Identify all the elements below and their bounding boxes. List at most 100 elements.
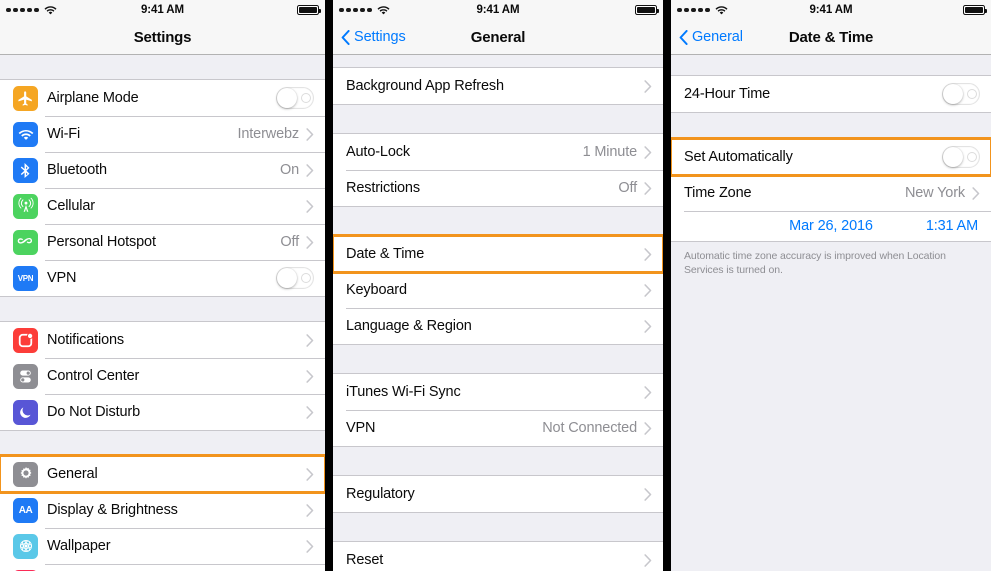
display-brightness-icon: AA [13,497,38,523]
row-regulatory[interactable]: Regulatory [333,476,663,512]
status-bar-right [963,5,988,15]
row-vpn[interactable]: VPN VPN [0,260,325,296]
row-auto-lock[interactable]: Auto-Lock 1 Minute [333,134,663,170]
row-label: Do Not Disturb [47,404,140,420]
row-set-automatically[interactable]: Set Automatically [671,137,991,177]
row-cellular[interactable]: Cellular [0,188,325,224]
row-value: Not Connected [542,420,637,436]
three-phone-screenshots: 9:41 AM Settings Airplane Mode Wi-Fi Int… [0,0,991,571]
battery-full-icon [635,5,660,15]
general-list[interactable]: Background App Refresh Auto-Lock 1 Minut… [333,55,663,571]
row-24-hour-time[interactable]: 24-Hour Time [671,76,991,112]
row-label: Auto-Lock [346,144,410,160]
chevron-right-icon [644,283,652,297]
phone-divider-2 [663,0,671,571]
back-button-label: General [692,29,743,45]
general-group-sync: iTunes Wi-Fi Sync VPN Not Connected [333,373,663,447]
row-control-center[interactable]: Control Center [0,358,325,394]
status-bar-clock: 9:41 AM [476,4,520,16]
24-hour-time-toggle[interactable] [942,83,980,105]
chevron-right-icon [306,163,314,177]
row-date-time[interactable]: Date & Time [333,234,663,274]
row-control: Off [280,234,314,250]
row-value: New York [904,185,965,201]
row-time-zone[interactable]: Time Zone New York [671,175,991,211]
nav-bar: Settings [0,20,325,55]
row-label: Personal Hotspot [47,234,156,250]
wallpaper-icon [13,533,38,559]
do-not-disturb-icon [13,399,38,425]
row-control [644,247,652,261]
date-time-group-format: 24-Hour Time [671,75,991,113]
settings-group-notifications: Notifications Control Center Do Not Dist… [0,321,325,431]
chevron-left-icon [679,29,688,45]
row-keyboard[interactable]: Keyboard [333,272,663,308]
general-group-locale: Date & Time Keyboard Language & Region [333,234,663,345]
chevron-right-icon [306,503,314,517]
row-control [942,146,980,168]
chevron-right-icon [306,199,314,213]
date-time-group-auto: Set Automatically Time Zone New York Mar… [671,137,991,242]
row-wallpaper[interactable]: Wallpaper [0,528,325,564]
row-control [306,405,314,419]
row-do-not-disturb[interactable]: Do Not Disturb [0,394,325,430]
row-personal-hotspot[interactable]: Personal Hotspot Off [0,224,325,260]
row-sounds[interactable]: Sounds [0,564,325,571]
row-restrictions[interactable]: Restrictions Off [333,170,663,206]
row-itunes-wifi-sync[interactable]: iTunes Wi-Fi Sync [333,374,663,410]
row-label: VPN [346,420,376,436]
chevron-right-icon [644,319,652,333]
phone-panel-settings: 9:41 AM Settings Airplane Mode Wi-Fi Int… [0,0,325,571]
nav-bar: General Date & Time [671,20,991,55]
row-display-brightness[interactable]: AA Display & Brightness [0,492,325,528]
row-control [306,333,314,347]
vpn-toggle[interactable] [276,267,314,289]
row-bluetooth[interactable]: Bluetooth On [0,152,325,188]
row-control [306,467,314,481]
row-control: Not Connected [542,420,652,436]
row-label: Airplane Mode [47,90,139,106]
row-value: Off [280,234,299,250]
status-bar: 9:41 AM [333,0,663,20]
row-reset[interactable]: Reset [333,542,663,571]
page-title: Settings [133,28,192,46]
row-value: 1 Minute [582,144,638,160]
row-label: Date & Time [346,246,425,262]
row-control [306,539,314,553]
wifi-icon [13,121,38,147]
chevron-right-icon [306,127,314,141]
status-bar-right [297,5,322,15]
phone-panel-general: 9:41 AM Settings General Background App … [333,0,663,571]
row-language-region[interactable]: Language & Region [333,308,663,344]
row-control [306,503,314,517]
gear-icon [13,461,38,487]
row-control: On [280,162,314,178]
row-control: New York [905,185,980,201]
back-button-general[interactable]: General [671,29,743,45]
chevron-right-icon [306,333,314,347]
settings-list[interactable]: Airplane Mode Wi-Fi Interwebz Bluetooth … [0,55,325,571]
row-notifications[interactable]: Notifications [0,322,325,358]
row-date-time-values[interactable]: Mar 26, 2016 1:31 AM [671,211,991,241]
hotspot-icon [13,229,38,255]
vpn-icon-label: VPN [17,273,34,283]
general-group-reset: Reset [333,541,663,571]
chevron-right-icon [644,487,652,501]
airplane-mode-toggle[interactable] [276,87,314,109]
current-time-value[interactable]: 1:31 AM [926,218,978,234]
row-wifi[interactable]: Wi-Fi Interwebz [0,116,325,152]
row-label: Set Automatically [684,149,793,165]
row-control [276,87,314,109]
row-general[interactable]: General [0,454,325,494]
row-value: Off [618,180,637,196]
row-airplane-mode[interactable]: Airplane Mode [0,80,325,116]
row-label: General [47,466,98,482]
date-time-list[interactable]: 24-Hour Time Set Automatically Time Zone [671,55,991,277]
chevron-right-icon [306,539,314,553]
status-bar: 9:41 AM [0,0,325,20]
row-vpn[interactable]: VPN Not Connected [333,410,663,446]
set-automatically-toggle[interactable] [942,146,980,168]
back-button-settings[interactable]: Settings [333,29,406,45]
status-bar-clock: 9:41 AM [809,4,853,16]
row-background-app-refresh[interactable]: Background App Refresh [333,68,663,104]
